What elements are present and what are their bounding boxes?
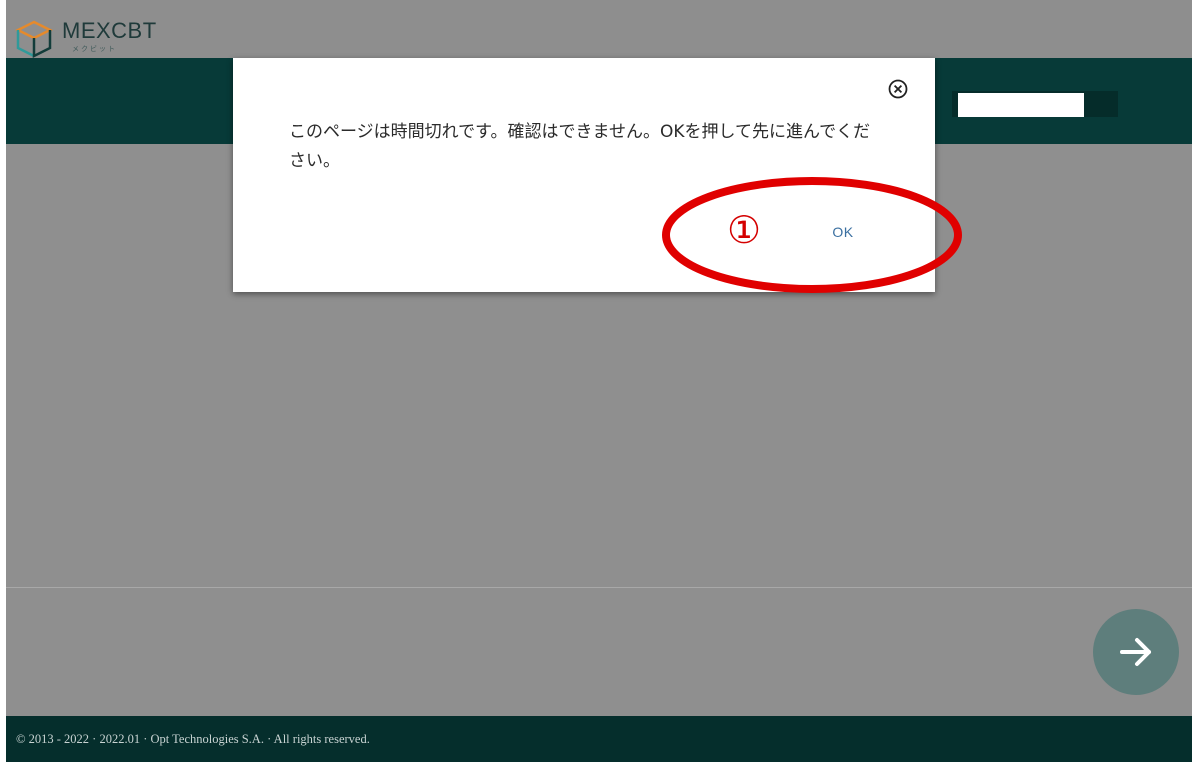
close-circle-icon: [888, 79, 908, 99]
arrow-right-icon: [1120, 638, 1151, 666]
dialog-message: このページは時間切れです。確認はできません。OKを押して先に進んでください。: [289, 122, 871, 171]
mexcbt-logo-icon: [15, 20, 53, 58]
footer-copyright: © 2013 - 2022 · 2022.01 · Opt Technologi…: [16, 732, 370, 746]
timer-bar-fill: [958, 93, 1084, 117]
timeout-dialog: このページは時間切れです。確認はできません。OKを押して先に進んでください。 O…: [233, 58, 935, 292]
annotation-step-number: ①: [727, 208, 762, 252]
ok-button[interactable]: OK: [819, 218, 867, 246]
next-button[interactable]: [1093, 609, 1179, 695]
brand-subtitle: メクビット: [72, 45, 117, 53]
brand-name: MEXCBT: [62, 18, 157, 43]
content-divider: [6, 587, 1192, 588]
footer: © 2013 - 2022 · 2022.01 · Opt Technologi…: [6, 716, 1192, 762]
top-bar: MEXCBT メクビット: [6, 0, 1192, 58]
frame-right-border: [1192, 0, 1198, 762]
dialog-close-button[interactable]: [886, 77, 910, 101]
